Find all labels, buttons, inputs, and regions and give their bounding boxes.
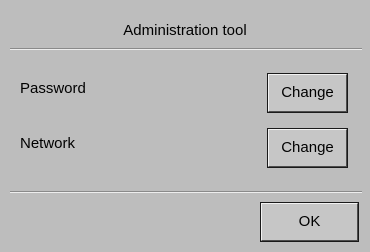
change-password-button[interactable]: Change <box>267 73 348 113</box>
bottom-divider <box>10 191 362 193</box>
password-label: Password <box>20 80 86 97</box>
dialog-title: Administration tool <box>123 22 247 39</box>
network-label: Network <box>20 135 76 152</box>
change-network-button[interactable]: Change <box>267 128 348 168</box>
top-divider <box>10 48 362 50</box>
administration-dialog: Administration tool Password Change Netw… <box>0 0 370 252</box>
ok-button[interactable]: OK <box>260 202 359 242</box>
